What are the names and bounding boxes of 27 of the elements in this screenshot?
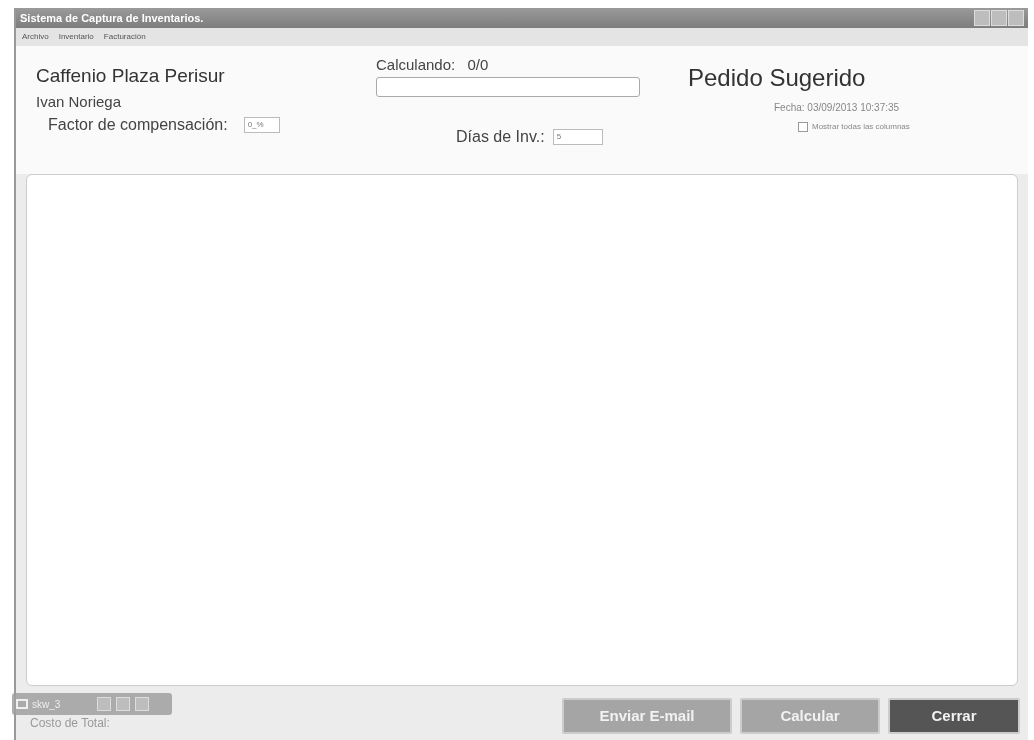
menu-item[interactable]: Archivo (22, 31, 49, 43)
date-label: Fecha: (774, 102, 805, 113)
field-label: Días de Inv.: (456, 126, 545, 147)
user-name: Ivan Noriega (36, 91, 123, 112)
maximize-button[interactable] (991, 10, 1007, 26)
action-button[interactable]: Cerrar (888, 698, 1020, 734)
date-value: 03/09/2013 10:37:35 (807, 102, 900, 113)
days-field[interactable]: 5 (552, 128, 603, 145)
maximize-button[interactable] (116, 697, 130, 711)
window-icon (16, 699, 28, 709)
factor-field[interactable]: 0_% (243, 117, 280, 133)
window-title: Sistema de Captura de Inventarios. (20, 10, 204, 26)
window-title: skw_3 (32, 697, 62, 712)
menu-item[interactable]: Facturación (103, 31, 146, 43)
field-label: Factor de compensación: (48, 115, 228, 135)
progress-count: 0/0 (467, 56, 489, 73)
progress-label: Calculando: (376, 56, 456, 73)
minimize-button[interactable] (974, 10, 990, 26)
page-title: Pedido Sugerido (688, 63, 867, 93)
restore-button[interactable] (97, 697, 111, 711)
checkbox[interactable] (798, 122, 808, 132)
menu-item[interactable]: Inventario (58, 31, 94, 43)
checkbox-label: Mostrar todas las columnas (812, 121, 910, 133)
close-button[interactable] (135, 697, 149, 711)
store-name: Caffenio Plaza Perisur (36, 64, 226, 88)
close-button[interactable] (1008, 10, 1024, 26)
total-label: Costo de Total: (30, 715, 110, 732)
